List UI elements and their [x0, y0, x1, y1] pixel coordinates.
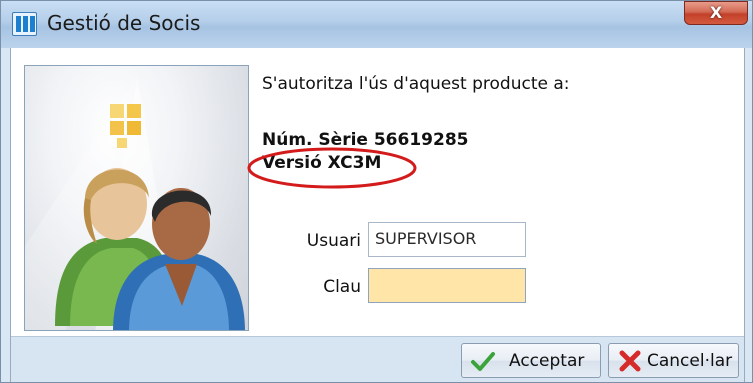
password-label: Clau — [323, 277, 361, 297]
button-bar: Acceptar Cancel·lar — [11, 336, 744, 382]
login-dialog: Gestió de Socis X S'autoritza l'ús d'aqu… — [0, 0, 753, 383]
close-button[interactable]: X — [684, 1, 748, 25]
user-label: Usuari — [306, 231, 361, 251]
highlight-circle — [247, 147, 417, 189]
window-title: Gestió de Socis — [47, 11, 201, 35]
users-illustration — [24, 65, 249, 331]
check-icon — [471, 352, 495, 371]
users-icon — [25, 76, 245, 330]
user-input[interactable]: SUPERVISOR — [368, 222, 526, 257]
dialog-body: S'autoritza l'ús d'aquest producte a: Nú… — [10, 48, 745, 382]
app-icon — [12, 12, 37, 36]
password-input[interactable] — [368, 268, 526, 303]
cross-icon — [619, 350, 641, 372]
accept-label: Acceptar — [509, 351, 585, 371]
cancel-label: Cancel·lar — [647, 351, 733, 371]
cancel-button[interactable]: Cancel·lar — [608, 343, 739, 378]
title-bar[interactable]: Gestió de Socis X — [1, 1, 752, 48]
accept-button[interactable]: Acceptar — [461, 343, 601, 378]
authorization-text: S'autoritza l'ús d'aquest producte a: — [262, 74, 570, 94]
